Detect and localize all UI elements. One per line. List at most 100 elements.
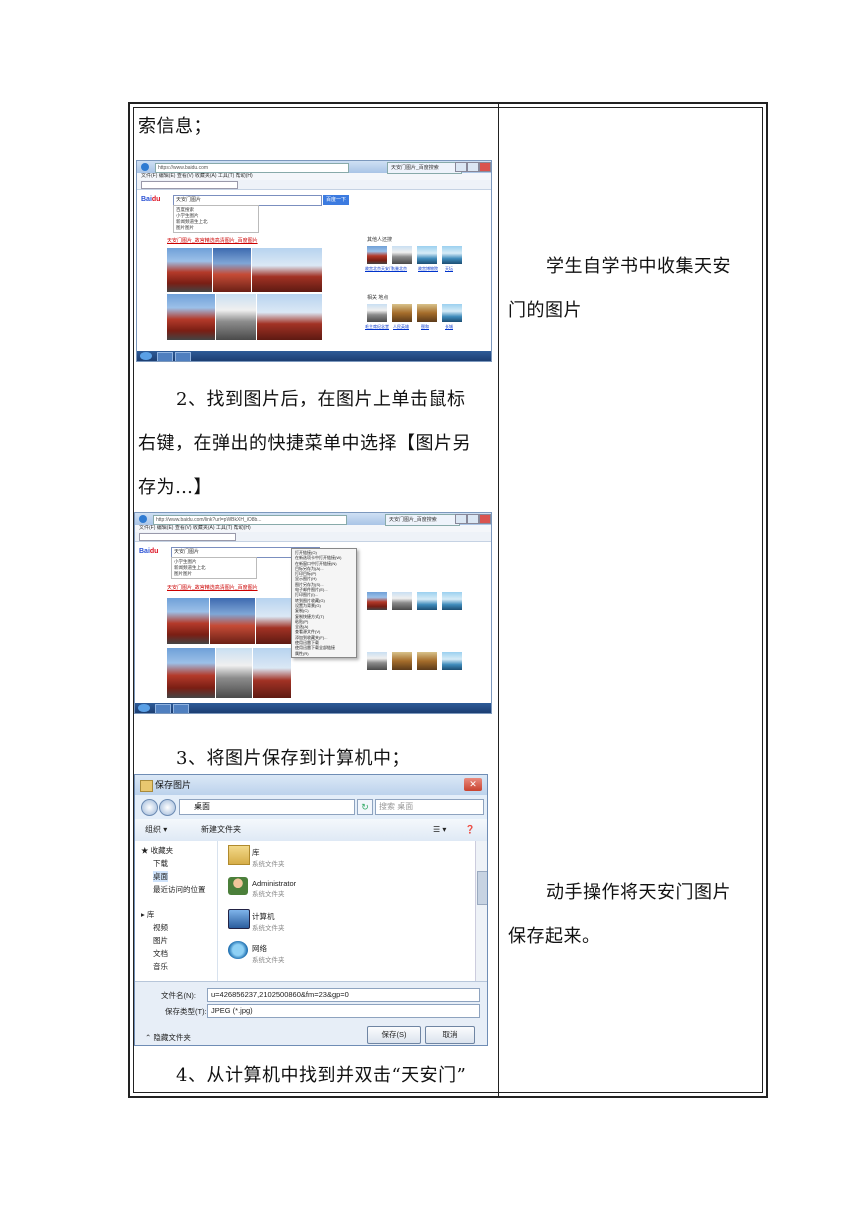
browser-tab[interactable]: 天安门图片_百度搜索	[387, 162, 462, 174]
maximize-icon[interactable]	[467, 514, 479, 524]
taskbar-item[interactable]	[173, 704, 189, 713]
file-item-computer[interactable]: 计算机 系统文件夹	[228, 909, 285, 932]
related-caption[interactable]: 毛主席纪念堂	[365, 324, 389, 330]
browser-titlebar: https://www.baidu.com 天安门图片_百度搜索	[137, 161, 491, 174]
tiananmen-photo[interactable]	[167, 598, 209, 644]
filename-input[interactable]: u=426856237,2102500860&fm=23&gp=0	[207, 988, 480, 1002]
tiananmen-photo[interactable]	[253, 648, 291, 698]
file-item-network[interactable]: 网络 系统文件夹	[228, 941, 285, 964]
taskbar-item[interactable]	[155, 704, 171, 713]
nav-music[interactable]: 音乐	[153, 961, 168, 972]
location-path[interactable]: 桌面	[179, 799, 355, 815]
maximize-icon[interactable]	[467, 162, 479, 172]
close-icon[interactable]	[479, 514, 491, 524]
related-caption[interactable]: 故宫北京天安门	[365, 266, 393, 272]
related-thumb[interactable]	[442, 652, 462, 670]
new-folder-button[interactable]: 新建文件夹	[201, 819, 241, 841]
taskbar	[135, 703, 491, 713]
tiananmen-photo[interactable]	[256, 598, 291, 644]
nav-recent[interactable]: 最近访问的位置	[153, 884, 206, 895]
nav-documents[interactable]: 文档	[153, 948, 168, 959]
related-thumb[interactable]	[392, 246, 412, 264]
related-thumb[interactable]	[367, 592, 387, 610]
baidu-search-button[interactable]: 百度一下	[323, 195, 349, 205]
menu-bar[interactable]: 文件(F) 编辑(E) 查看(V) 收藏夹(A) 工具(T) 帮助(H)	[135, 525, 491, 532]
file-item-administrator[interactable]: Administrator 系统文件夹	[228, 877, 296, 898]
forward-icon[interactable]	[159, 799, 176, 816]
file-item-library[interactable]: 库系统文件夹	[228, 845, 285, 868]
monument-photo[interactable]	[216, 648, 252, 698]
related-thumb[interactable]	[442, 304, 462, 322]
nav-pictures[interactable]: 图片	[153, 935, 168, 946]
menu-bar[interactable]: 文件(F) 编辑(E) 查看(V) 收藏夹(A) 工具(T) 帮助(H)	[137, 173, 491, 180]
taskbar-item[interactable]	[157, 352, 173, 361]
related-thumb[interactable]	[392, 304, 412, 322]
nav-downloads[interactable]: 下载	[153, 858, 168, 869]
suggestion-item[interactable]: 图片图片	[176, 225, 256, 231]
related-caption[interactable]: 人民英雄	[393, 324, 409, 330]
related-thumb[interactable]	[367, 304, 387, 322]
address-bar[interactable]: http://www.baidu.com/link?url=pWBkXH_iO8…	[153, 515, 347, 525]
scroll-thumb[interactable]	[477, 871, 487, 905]
related-thumb[interactable]	[392, 592, 412, 610]
close-icon[interactable]	[479, 162, 491, 172]
related-thumb[interactable]	[367, 246, 387, 264]
related-caption[interactable]: 长城	[445, 324, 453, 330]
back-icon[interactable]	[141, 799, 158, 816]
related-caption[interactable]: 天坛	[445, 266, 453, 272]
save-button[interactable]: 保存(S)	[367, 1026, 421, 1044]
related-thumb[interactable]	[442, 246, 462, 264]
result-title-link[interactable]: 天安门图片_故宫精选高清图片_百度图片	[167, 584, 258, 591]
document-page: 索信息； https://www.baidu.com 天安门图片_百度搜索 文件…	[0, 0, 860, 1216]
student-activity-line-3: 动手操作将天安门图片	[546, 882, 731, 903]
search-input[interactable]: 搜索 桌面	[375, 799, 484, 815]
save-image-dialog: 保存图片 ✕ 桌面 ↻ 搜索 桌面 组织 ▾ 新建文件夹 ☰ ▾ ❓ ★ 收藏夹…	[134, 774, 488, 1046]
view-options-icon[interactable]: ☰ ▾	[433, 819, 446, 841]
related-thumb[interactable]	[367, 652, 387, 670]
tiananmen-photo[interactable]	[167, 248, 212, 292]
nav-libraries[interactable]: ▸ 库	[141, 909, 154, 920]
related-caption[interactable]: 鸟巢北京	[391, 266, 407, 272]
related-thumb[interactable]	[442, 592, 462, 610]
result-title-link[interactable]: 天安门图片_故宫精选高清图片_百度图片	[167, 237, 258, 244]
start-icon[interactable]	[140, 352, 152, 360]
related-caption[interactable]: 颐和	[421, 324, 429, 330]
hide-folders-toggle[interactable]: ⌃ 隐藏文件夹	[145, 1032, 191, 1043]
suggestion-item[interactable]: 图片图片	[174, 571, 254, 577]
toolbar-search[interactable]	[139, 533, 236, 541]
tiananmen-photo[interactable]	[252, 248, 322, 292]
toolbar-search[interactable]	[141, 181, 238, 189]
related-caption[interactable]: 故宫博物院	[418, 266, 438, 272]
nav-videos[interactable]: 视频	[153, 922, 168, 933]
filetype-select[interactable]: JPEG (*.jpg)	[207, 1004, 480, 1018]
library-icon	[228, 845, 250, 865]
dialog-title: 保存图片	[155, 780, 192, 790]
address-bar[interactable]: https://www.baidu.com	[155, 163, 349, 173]
related-thumb[interactable]	[417, 246, 437, 264]
monument-photo[interactable]	[216, 294, 256, 340]
tiananmen-photo[interactable]	[213, 248, 251, 292]
minimize-icon[interactable]	[455, 514, 467, 524]
taskbar-item[interactable]	[175, 352, 191, 361]
tiananmen-photo[interactable]	[167, 648, 215, 698]
minimize-icon[interactable]	[455, 162, 467, 172]
tiananmen-photo[interactable]	[210, 598, 255, 644]
browser-tab[interactable]: 天安门图片_百度搜索	[385, 514, 460, 526]
toolbar	[137, 180, 491, 190]
related-thumb[interactable]	[392, 652, 412, 670]
nav-favorites[interactable]: ★ 收藏夹	[141, 845, 173, 856]
related-thumb[interactable]	[417, 652, 437, 670]
tiananmen-photo[interactable]	[167, 294, 215, 340]
help-icon[interactable]: ❓	[465, 819, 475, 841]
nav-desktop[interactable]: 桌面	[153, 871, 168, 882]
related-thumb[interactable]	[417, 592, 437, 610]
context-menu-item[interactable]: 属性(R)	[295, 651, 353, 656]
refresh-icon[interactable]: ↻	[357, 799, 373, 815]
related-thumb[interactable]	[417, 304, 437, 322]
close-icon[interactable]: ✕	[464, 778, 482, 791]
tiananmen-photo[interactable]	[257, 294, 322, 340]
organize-button[interactable]: 组织 ▾	[145, 819, 167, 841]
cancel-button[interactable]: 取消	[425, 1026, 475, 1044]
scrollbar[interactable]	[475, 841, 487, 981]
start-icon[interactable]	[138, 704, 150, 712]
